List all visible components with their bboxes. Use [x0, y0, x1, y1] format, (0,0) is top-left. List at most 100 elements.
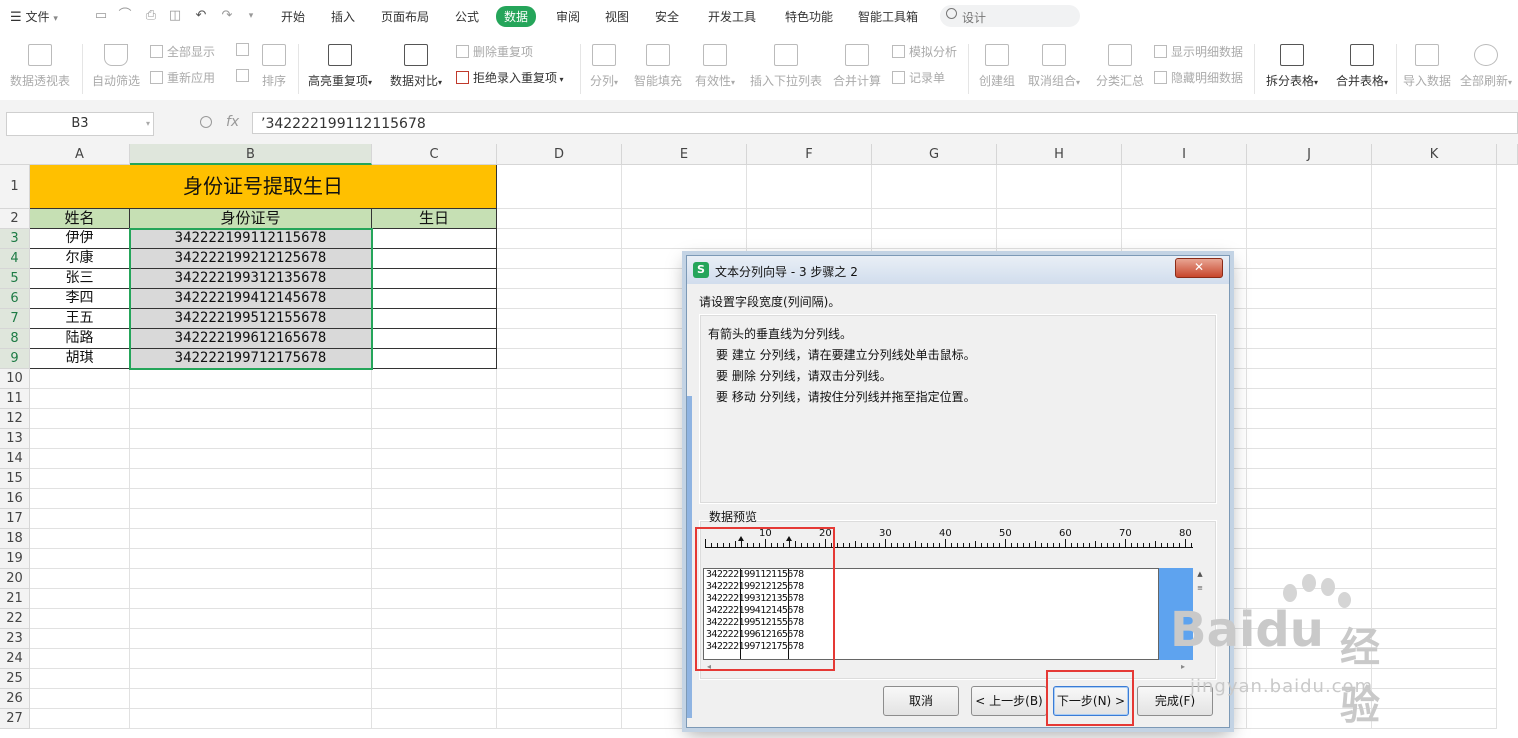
tab-developer[interactable]: 开发工具 — [708, 8, 756, 25]
sheet-title-cell[interactable]: 身份证号提取生日 — [30, 165, 497, 209]
column-break-arrow-icon[interactable] — [738, 536, 744, 548]
sort-button[interactable]: 排序 — [258, 44, 290, 89]
birthday-cell[interactable] — [372, 329, 497, 349]
cell[interactable] — [372, 509, 497, 529]
cell[interactable] — [1372, 369, 1497, 389]
cell[interactable] — [497, 489, 622, 509]
cell[interactable] — [130, 609, 372, 629]
cell[interactable] — [497, 249, 622, 269]
cell[interactable] — [1247, 349, 1372, 369]
cell[interactable] — [1372, 629, 1497, 649]
tab-page-layout[interactable]: 页面布局 — [381, 8, 429, 25]
chevron-down-icon[interactable]: ▾ — [146, 113, 150, 135]
cell[interactable] — [130, 589, 372, 609]
cell[interactable] — [997, 229, 1122, 249]
tab-security[interactable]: 安全 — [655, 8, 679, 25]
row-header-26[interactable]: 26 — [0, 689, 30, 709]
id-number-cell[interactable]: 342222199612165678 — [130, 329, 372, 349]
row-header-17[interactable]: 17 — [0, 509, 30, 529]
cell[interactable] — [1247, 549, 1372, 569]
column-break-line[interactable] — [788, 569, 789, 659]
close-icon[interactable]: ✕ — [1175, 258, 1223, 278]
quick-access-more-icon[interactable]: ▾ — [244, 9, 258, 23]
cell[interactable] — [372, 649, 497, 669]
cell[interactable] — [1247, 165, 1372, 209]
name-cell[interactable]: 伊伊 — [30, 229, 130, 249]
cell[interactable] — [497, 329, 622, 349]
cell[interactable] — [1247, 489, 1372, 509]
cell[interactable] — [1372, 409, 1497, 429]
header-cell[interactable]: 身份证号 — [130, 209, 372, 229]
cell[interactable] — [130, 669, 372, 689]
cell[interactable] — [1247, 569, 1372, 589]
cell[interactable] — [130, 449, 372, 469]
autofilter-button[interactable]: 自动筛选 — [88, 44, 144, 89]
import-data-button[interactable]: 导入数据 — [1402, 44, 1452, 89]
delete-duplicates-button[interactable]: 删除重复项 — [456, 43, 533, 60]
cell[interactable] — [1372, 549, 1497, 569]
cell[interactable] — [1372, 509, 1497, 529]
cell[interactable] — [1247, 269, 1372, 289]
name-box[interactable]: B3 ▾ — [6, 112, 154, 136]
column-header-d[interactable]: D — [497, 144, 622, 165]
id-number-cell[interactable]: 342222199312135678 — [130, 269, 372, 289]
finish-button[interactable]: 完成(F) — [1137, 686, 1213, 716]
row-header-9[interactable]: 9 — [0, 349, 30, 369]
cell[interactable] — [1247, 209, 1372, 229]
cell[interactable] — [1372, 469, 1497, 489]
create-group-button[interactable]: 创建组 — [976, 44, 1018, 89]
cell[interactable] — [1372, 329, 1497, 349]
row-header-7[interactable]: 7 — [0, 309, 30, 329]
cell[interactable] — [497, 269, 622, 289]
next-step-button[interactable]: 下一步(N) > — [1053, 686, 1129, 716]
show-all-button[interactable]: 全部显示 — [150, 43, 215, 60]
cell[interactable] — [497, 209, 622, 229]
split-column-button[interactable]: 分列▾ — [586, 44, 622, 89]
cell[interactable] — [1247, 509, 1372, 529]
cell[interactable] — [130, 369, 372, 389]
column-header-j[interactable]: J — [1247, 144, 1372, 165]
cell[interactable] — [130, 689, 372, 709]
cell[interactable] — [130, 649, 372, 669]
tab-review[interactable]: 审阅 — [556, 8, 580, 25]
cell[interactable] — [872, 165, 997, 209]
file-menu[interactable]: ☰ 文件 ▾ — [10, 8, 58, 25]
cell[interactable] — [30, 489, 130, 509]
tab-insert[interactable]: 插入 — [331, 8, 355, 25]
cell[interactable] — [30, 709, 130, 729]
row-header-6[interactable]: 6 — [0, 289, 30, 309]
cell[interactable] — [747, 209, 872, 229]
cell[interactable] — [497, 549, 622, 569]
cell[interactable] — [30, 629, 130, 649]
cell[interactable] — [497, 469, 622, 489]
cell[interactable] — [1247, 469, 1372, 489]
cell[interactable] — [30, 469, 130, 489]
cell[interactable] — [1372, 289, 1497, 309]
cell[interactable] — [1247, 369, 1372, 389]
cell[interactable] — [30, 649, 130, 669]
name-cell[interactable]: 胡琪 — [30, 349, 130, 369]
cell[interactable] — [497, 629, 622, 649]
cell[interactable] — [30, 609, 130, 629]
cell[interactable] — [372, 409, 497, 429]
redo-icon[interactable]: ↷ — [220, 9, 234, 23]
tab-data[interactable]: 数据 — [496, 6, 537, 27]
cell[interactable] — [30, 589, 130, 609]
split-table-button[interactable]: 拆分表格▾ — [1262, 44, 1322, 89]
cell[interactable] — [130, 509, 372, 529]
ungroup-button[interactable]: 取消组合▾ — [1026, 44, 1082, 89]
save-icon[interactable]: ▭ — [94, 9, 108, 23]
reapply-button[interactable]: 重新应用 — [150, 69, 215, 86]
cell[interactable] — [30, 409, 130, 429]
column-break-line[interactable] — [740, 569, 741, 659]
cell[interactable] — [1247, 309, 1372, 329]
row-header-8[interactable]: 8 — [0, 329, 30, 349]
birthday-cell[interactable] — [372, 349, 497, 369]
cell[interactable] — [747, 165, 872, 209]
formula-input[interactable]: ’342222199112115678 — [252, 112, 1518, 134]
row-header-14[interactable]: 14 — [0, 449, 30, 469]
tab-special-features[interactable]: 特色功能 — [785, 8, 833, 25]
column-header-e[interactable]: E — [622, 144, 747, 165]
name-cell[interactable]: 陆路 — [30, 329, 130, 349]
row-header-27[interactable]: 27 — [0, 709, 30, 729]
